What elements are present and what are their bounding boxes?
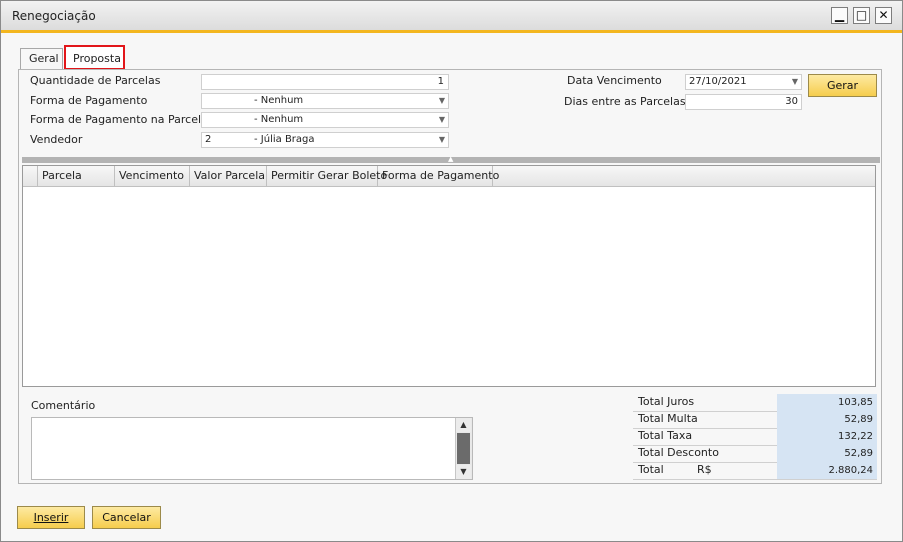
total-multa-label: Total Multa <box>638 412 698 425</box>
tab-proposta[interactable]: Proposta <box>64 45 125 70</box>
data-vencimento-label: Data Vencimento <box>567 74 662 87</box>
chevron-up-icon[interactable]: ▲ <box>448 155 453 163</box>
dias-parcelas-value: 30 <box>785 96 798 107</box>
scroll-up-icon[interactable]: ▲ <box>456 418 471 432</box>
cancelar-button-label: Cancelar <box>102 511 151 524</box>
gerar-button[interactable]: Gerar <box>808 74 877 97</box>
forma-pagamento-label: Forma de Pagamento <box>30 94 148 107</box>
total-value: 2.880,24 <box>777 462 877 479</box>
total-desconto-label: Total Desconto <box>638 446 719 459</box>
total-desconto-row: Total Desconto 52,89 <box>633 445 877 463</box>
dias-parcelas-label: Dias entre as Parcelas <box>564 95 686 108</box>
forma-pagamento-value: - Nenhum <box>254 95 304 106</box>
window-title: Renegociação <box>12 9 96 23</box>
grid-col-permitir-gerar-boleto[interactable]: Permitir Gerar Boleto <box>267 166 387 186</box>
inserir-button-label: Inserir <box>33 511 69 524</box>
total-currency: R$ <box>697 463 712 476</box>
forma-pagamento-select[interactable]: - Nenhum ▼ <box>201 93 449 109</box>
grid-col-valor-parcela[interactable]: Valor Parcela <box>190 166 267 186</box>
grid-col-label: Valor Parcela <box>194 169 265 182</box>
maximize-button[interactable]: □ <box>853 7 870 24</box>
chevron-down-icon: ▼ <box>438 135 445 144</box>
parcelas-grid[interactable]: Parcela Vencimento Valor Parcela Permiti… <box>22 165 876 387</box>
tab-proposta-label: Proposta <box>73 52 121 65</box>
close-icon: ✕ <box>878 8 889 22</box>
minimize-icon: ▁ <box>834 8 845 22</box>
data-vencimento-value: 27/10/2021 <box>689 76 747 87</box>
forma-pagamento-parcela-label: Forma de Pagamento na Parcela <box>30 113 208 126</box>
grid-col-label: Parcela <box>42 169 82 182</box>
forma-pagamento-parcela-value: - Nenhum <box>254 114 304 125</box>
vendedor-code: 2 <box>205 134 212 145</box>
grid-col-label: Forma de Pagamento <box>382 169 500 182</box>
total-multa-row: Total Multa 52,89 <box>633 411 877 429</box>
grid-col-vencimento[interactable]: Vencimento <box>115 166 190 186</box>
total-taxa-value: 132,22 <box>777 428 877 445</box>
comentario-textarea[interactable]: ▲ ▼ <box>31 417 473 480</box>
title-bar: Renegociação ▁ □ ✕ <box>1 1 902 33</box>
comentario-scrollbar[interactable]: ▲ ▼ <box>455 418 472 479</box>
total-juros-label: Total Juros <box>638 395 695 408</box>
total-taxa-row: Total Taxa 132,22 <box>633 428 877 446</box>
vendedor-select[interactable]: 2 - Júlia Braga ▼ <box>201 132 449 148</box>
grid-header: Parcela Vencimento Valor Parcela Permiti… <box>23 166 875 187</box>
renegociacao-window: Renegociação ▁ □ ✕ Geral Proposta Quanti… <box>0 0 903 542</box>
scroll-down-icon[interactable]: ▼ <box>456 465 471 479</box>
grid-col-parcela[interactable]: Parcela <box>38 166 115 186</box>
tab-geral[interactable]: Geral <box>20 48 63 69</box>
comentario-label: Comentário <box>31 399 96 412</box>
total-desconto-value: 52,89 <box>777 445 877 462</box>
tab-geral-label: Geral <box>29 52 59 65</box>
vendedor-name: - Júlia Braga <box>254 134 315 145</box>
total-juros-value: 103,85 <box>777 394 877 411</box>
quantidade-parcelas-input[interactable]: 1 <box>201 74 449 90</box>
close-button[interactable]: ✕ <box>875 7 892 24</box>
scroll-thumb[interactable] <box>457 433 470 464</box>
forma-pagamento-parcela-select[interactable]: - Nenhum ▼ <box>201 112 449 128</box>
total-taxa-label: Total Taxa <box>638 429 693 442</box>
total-label: Total <box>638 463 664 476</box>
grid-col-label: Permitir Gerar Boleto <box>271 169 388 182</box>
quantidade-parcelas-label: Quantidade de Parcelas <box>30 74 161 87</box>
grid-col-forma-pagamento[interactable]: Forma de Pagamento <box>378 166 499 186</box>
cancelar-button[interactable]: Cancelar <box>92 506 161 529</box>
quantidade-parcelas-value: 1 <box>437 76 444 87</box>
minimize-button[interactable]: ▁ <box>831 7 848 24</box>
gerar-button-label: Gerar <box>826 79 859 92</box>
inserir-button[interactable]: Inserir <box>17 506 85 529</box>
chevron-down-icon: ▼ <box>791 77 798 86</box>
grid-col-label: Vencimento <box>119 169 185 182</box>
total-row: Total R$ 2.880,24 <box>633 462 877 480</box>
grid-row-selector-header <box>23 166 38 186</box>
vendedor-label: Vendedor <box>30 133 83 146</box>
total-multa-value: 52,89 <box>777 411 877 428</box>
maximize-icon: □ <box>855 8 868 22</box>
chevron-down-icon: ▼ <box>438 96 445 105</box>
dias-parcelas-input[interactable]: 30 <box>685 94 802 110</box>
data-vencimento-select[interactable]: 27/10/2021 ▼ <box>685 74 802 90</box>
chevron-down-icon: ▼ <box>438 115 445 124</box>
total-juros-row: Total Juros 103,85 <box>633 394 877 412</box>
